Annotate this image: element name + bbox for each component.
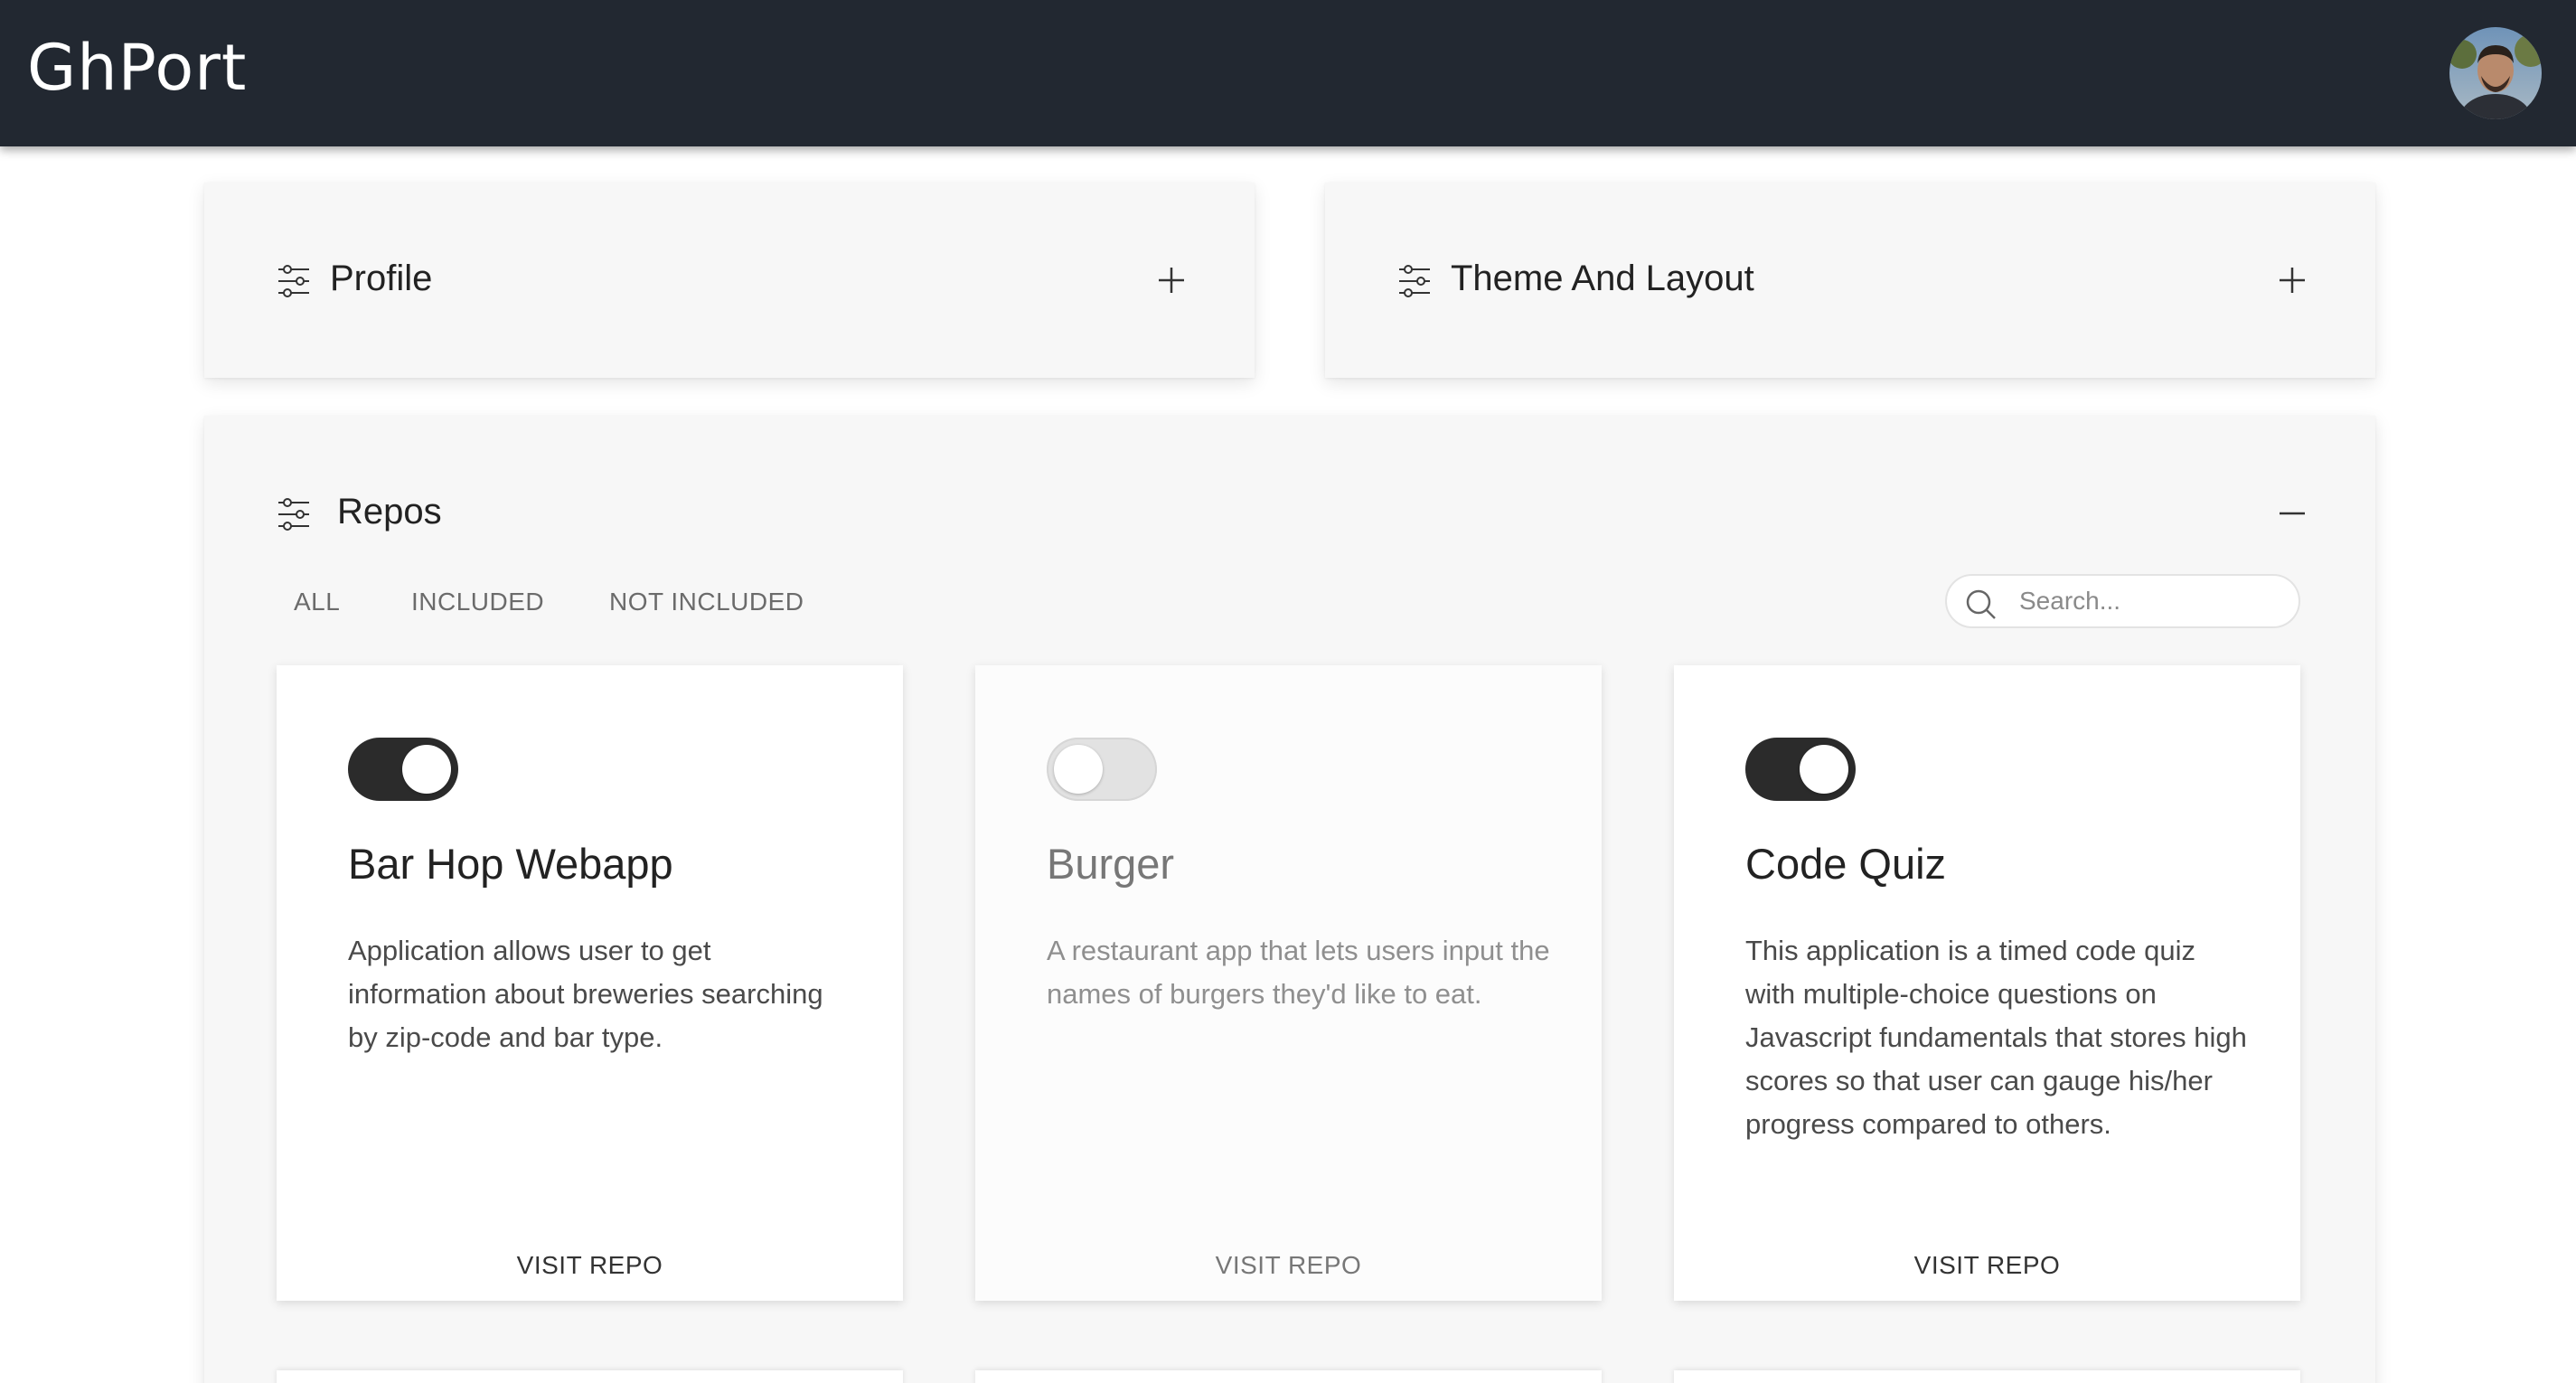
repo-description: A restaurant app that lets users input t… (1047, 935, 1550, 1010)
top-app-bar: GhPort (0, 0, 2576, 146)
avatar-image (2449, 27, 2542, 119)
visit-repo-link[interactable]: VISIT REPO (1674, 1251, 2300, 1280)
theme-panel[interactable]: Theme And Layout (1325, 183, 2375, 378)
app-brand[interactable]: GhPort (27, 31, 247, 105)
repo-card: Code Quiz This application is a timed co… (1674, 665, 2300, 1301)
visit-repo-link[interactable]: VISIT REPO (277, 1251, 903, 1280)
profile-title: Profile (330, 259, 433, 298)
toggle-knob (1800, 745, 1848, 794)
repo-card-next-row (277, 1370, 903, 1383)
profile-panel[interactable]: Profile (204, 183, 1255, 378)
repo-title: Code Quiz (1745, 840, 1947, 888)
repo-card: Bar Hop Webapp Application allows user t… (277, 665, 903, 1301)
filter-tab-all[interactable]: ALL (294, 588, 340, 616)
user-avatar[interactable] (2449, 27, 2542, 119)
search-input[interactable] (2019, 585, 2281, 617)
repo-description: This application is a timed code quiz wi… (1745, 935, 2247, 1140)
visit-repo-link[interactable]: VISIT REPO (975, 1251, 1602, 1280)
tune-icon (1399, 265, 1430, 297)
repo-title: Bar Hop Webapp (348, 840, 673, 888)
search-icon (1966, 589, 1996, 619)
filter-tab-not-included[interactable]: NOT INCLUDED (609, 588, 804, 616)
include-toggle[interactable] (1047, 738, 1157, 801)
tune-icon (278, 498, 309, 531)
theme-title: Theme And Layout (1451, 259, 1754, 298)
toggle-knob (402, 745, 451, 794)
repo-description: Application allows user to get informati… (348, 935, 823, 1053)
toggle-knob (1054, 745, 1103, 794)
filter-tab-included[interactable]: INCLUDED (411, 588, 544, 616)
include-toggle[interactable] (348, 738, 458, 801)
minus-icon[interactable] (2278, 499, 2307, 528)
repo-card: Burger A restaurant app that lets users … (975, 665, 1602, 1301)
include-toggle[interactable] (1745, 738, 1856, 801)
repo-card-next-row (975, 1370, 1602, 1383)
plus-icon[interactable] (2278, 266, 2307, 295)
plus-icon[interactable] (1157, 266, 1186, 295)
search-box[interactable] (1945, 574, 2300, 628)
repo-card-next-row (1674, 1370, 2300, 1383)
repos-title: Repos (337, 492, 442, 532)
repo-title: Burger (1047, 840, 1175, 888)
tune-icon (278, 265, 309, 297)
